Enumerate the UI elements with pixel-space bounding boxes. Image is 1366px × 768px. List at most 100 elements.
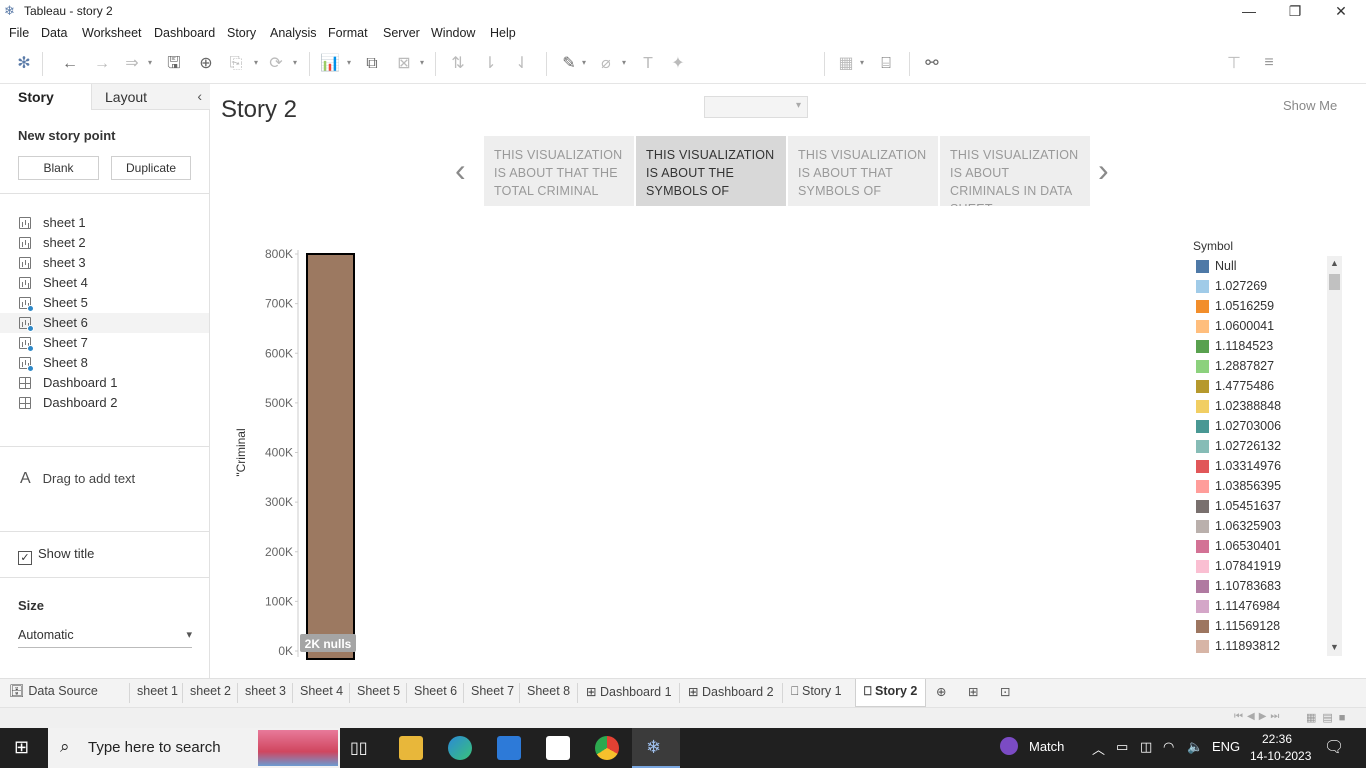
clear-sheet-icon[interactable]: ⊠ [394,54,414,74]
legend-item[interactable]: 1.06530401 [1196,536,1326,556]
scroll-thumb[interactable] [1329,274,1340,290]
size-select[interactable]: Automatic [18,628,192,648]
weather-text[interactable]: Match [1029,739,1064,754]
tableau-taskbar-item[interactable]: ❄ [632,728,680,768]
legend-item[interactable]: 1.027269 [1196,276,1326,296]
tab-sheet-8[interactable]: Sheet 8 [527,684,570,698]
sheet-list-item[interactable]: Sheet 6 [0,313,209,333]
legend-item[interactable]: 1.11569128 [1196,616,1326,636]
story-point-1[interactable]: THIS VISUALIZATION IS ABOUT THAT THE TOT… [484,136,634,206]
tab-sheet-7[interactable]: Sheet 7 [471,684,514,698]
menu-window[interactable]: Window [431,26,475,40]
drag-to-add-text[interactable]: A Drag to add text [20,470,135,488]
tab-dashboard-2[interactable]: ⊞ Dashboard 2 [688,684,774,699]
mail-icon[interactable] [546,736,570,760]
story-point-2[interactable]: THIS VISUALIZATION IS ABOUT THE SYMBOLS … [636,136,786,206]
tab-sheet-6[interactable]: Sheet 6 [414,684,457,698]
new-story-tab-icon[interactable]: ⊡ [1000,684,1010,699]
nulls-indicator[interactable]: 2K nulls [305,637,352,651]
blank-button[interactable]: Blank [18,156,99,180]
tab-data-source[interactable]: 🗄 Data Source [9,684,98,699]
scroll-up-icon[interactable]: ▲ [1330,258,1339,268]
new-dashboard-tab-icon[interactable]: ⊞ [968,684,978,699]
sheet-nav-icons[interactable]: ⏮◀▶⏭ [1234,711,1283,722]
battery-icon[interactable]: ▭ [1116,739,1128,755]
swap-icon[interactable]: ⇅ [448,54,468,74]
sheet-list-item[interactable]: sheet 3 [0,253,209,273]
legend-item[interactable]: 1.03856395 [1196,476,1326,496]
redo-icon[interactable]: → [92,54,112,74]
legend-item[interactable]: 1.0516259 [1196,296,1326,316]
pin-toolbar-icon[interactable]: ⊤ [1224,54,1244,74]
prev-story-point-icon[interactable]: ‹ [455,152,466,189]
menu-analysis[interactable]: Analysis [270,26,317,40]
sheet-list-item[interactable]: Sheet 5 [0,293,209,313]
legend-item[interactable]: 1.0600041 [1196,316,1326,336]
legend-item[interactable]: 1.1184523 [1196,336,1326,356]
tableau-home-icon[interactable]: ✻ [14,54,34,74]
menu-format[interactable]: Format [328,26,368,40]
presentation-icon[interactable]: ⌸ [876,54,896,74]
story-point-3[interactable]: THIS VISUALIZATION IS ABOUT THAT SYMBOLS… [788,136,938,206]
tab-story-2[interactable]: ⎕ Story 2 [855,679,927,707]
legend-item[interactable]: 1.02388848 [1196,396,1326,416]
tab-sheet-2[interactable]: sheet 2 [190,684,231,698]
tab-sheet-3[interactable]: sheet 3 [245,684,286,698]
fit-dropdown[interactable] [704,96,808,118]
file-explorer-icon[interactable] [399,736,423,760]
restore-button[interactable]: ❐ [1272,0,1318,22]
collapse-sidebar-icon[interactable]: ‹ [197,88,202,104]
store-icon[interactable] [497,736,521,760]
legend-item[interactable]: 1.4775486 [1196,376,1326,396]
sheet-list-item[interactable]: Dashboard 1 [0,373,209,393]
labels-icon[interactable]: T [638,54,658,74]
menu-dashboard[interactable]: Dashboard [154,26,215,40]
tab-story[interactable]: Story [0,84,92,110]
clock-date[interactable]: 14-10-2023 [1250,749,1311,763]
sheet-list-item[interactable]: sheet 1 [0,213,209,233]
sheet-list-item[interactable]: sheet 2 [0,233,209,253]
taskbar-search[interactable]: ⌕ Type here to search [48,728,340,768]
tab-sheet-5[interactable]: Sheet 5 [357,684,400,698]
show-me-icon[interactable]: ≡ [1259,53,1279,73]
legend-item[interactable]: 1.11893812 [1196,636,1326,656]
menu-data[interactable]: Data [41,26,67,40]
task-view-icon[interactable]: ▯▯ [350,738,368,758]
legend-item[interactable]: 1.2887827 [1196,356,1326,376]
menu-story[interactable]: Story [227,26,256,40]
checkbox-checked-icon[interactable]: ✓ [18,551,32,565]
menu-server[interactable]: Server [383,26,420,40]
sort-descending-icon[interactable]: ⇃ [512,54,532,74]
legend-item[interactable]: 1.05451637 [1196,496,1326,516]
tab-sheet-4[interactable]: Sheet 4 [300,684,343,698]
network-icon[interactable]: ◠ [1163,739,1174,755]
show-title-checkbox[interactable]: ✓ Show title [18,546,94,565]
pin-icon[interactable]: ✦ [668,54,688,74]
minimize-button[interactable]: — [1226,0,1272,22]
legend-item[interactable]: 1.06325903 [1196,516,1326,536]
new-data-source-icon[interactable]: ⊕ [196,54,216,74]
notifications-icon[interactable]: 🗨 [1324,737,1344,757]
legend-item[interactable]: Null [1196,256,1326,276]
clock-time[interactable]: 22:36 [1262,732,1292,746]
show-hidden-icons-icon[interactable]: ︿ [1092,739,1105,758]
sheet-list-item[interactable]: Sheet 7 [0,333,209,353]
language-indicator[interactable]: ENG [1212,739,1240,754]
undo-icon[interactable]: ← [60,54,80,74]
meet-now-icon[interactable]: ◫ [1140,739,1152,755]
sheet-list-item[interactable]: Sheet 4 [0,273,209,293]
sheet-list-item[interactable]: Dashboard 2 [0,393,209,413]
sort-ascending-icon[interactable]: ⇂ [480,54,500,74]
tab-sheet-1[interactable]: sheet 1 [137,684,178,698]
legend-item[interactable]: 1.10783683 [1196,576,1326,596]
group-icon[interactable]: ⌀ [596,54,616,74]
sheet-list-item[interactable]: Sheet 8 [0,353,209,373]
view-toggle-icons[interactable]: ▦▤■ [1306,711,1351,724]
edge-icon[interactable] [448,736,472,760]
paste-icon[interactable]: ⎘ [226,54,246,74]
legend-item[interactable]: 1.03314976 [1196,456,1326,476]
legend-item[interactable]: 1.02726132 [1196,436,1326,456]
tab-dashboard-1[interactable]: ⊞ Dashboard 1 [586,684,672,699]
story-point-4[interactable]: THIS VISUALIZATION IS ABOUT CRIMINALS IN… [940,136,1090,206]
close-button[interactable]: ✕ [1318,0,1364,22]
